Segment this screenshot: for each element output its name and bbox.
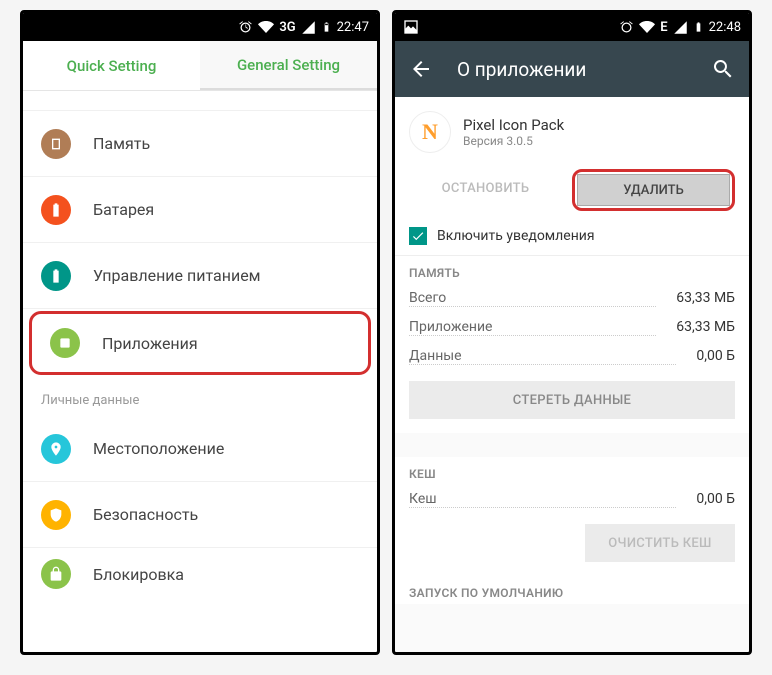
alarm-icon xyxy=(619,20,634,35)
list-item-memory[interactable]: Память xyxy=(23,111,377,177)
lock-icon xyxy=(41,559,71,589)
alarm-icon xyxy=(238,20,253,35)
section-personal: Личные данные xyxy=(23,377,377,416)
row-data: Данные0,00 Б xyxy=(395,342,749,371)
notifications-row[interactable]: Включить уведомления xyxy=(395,221,749,256)
page-title: О приложении xyxy=(457,58,711,81)
delete-button[interactable]: УДАЛИТЬ xyxy=(577,174,730,206)
label: Память xyxy=(93,134,150,153)
stop-button[interactable]: ОСТАНОВИТЬ xyxy=(409,169,562,207)
label: Приложения xyxy=(102,334,198,353)
checkbox-checked-icon[interactable] xyxy=(409,227,427,245)
list-item-location[interactable]: Местоположение xyxy=(23,416,377,482)
battery-icon xyxy=(321,19,332,35)
network-label: E xyxy=(660,20,667,35)
wifi-icon xyxy=(258,19,274,35)
app-version: Версия 3.0.5 xyxy=(463,134,564,148)
shield-icon xyxy=(41,500,71,530)
settings-screen: 3G 22:47 Quick Setting General Setting П… xyxy=(20,10,380,655)
settings-list: Память Батарея Управление питанием Прило… xyxy=(23,91,377,652)
battery-setting-icon xyxy=(41,195,71,225)
apps-icon xyxy=(50,328,80,358)
battery-icon xyxy=(693,19,704,35)
back-button[interactable] xyxy=(409,57,433,81)
list-item-security[interactable]: Безопасность xyxy=(23,482,377,548)
section-header: ЗАПУСК ПО УМОЛЧАНИЮ xyxy=(395,576,749,604)
tab-quick[interactable]: Quick Setting xyxy=(23,41,200,90)
label: Безопасность xyxy=(93,505,198,524)
tab-general[interactable]: General Setting xyxy=(200,41,377,90)
screenshot-icon xyxy=(403,19,419,35)
clear-data-button[interactable]: СТЕРЕТЬ ДАННЫЕ xyxy=(409,381,735,419)
wifi-icon xyxy=(639,19,655,35)
notifications-label: Включить уведомления xyxy=(437,228,595,244)
list-item[interactable] xyxy=(23,91,377,111)
signal-icon xyxy=(301,20,316,35)
app-icon: N xyxy=(409,111,451,153)
cache-section: КЕШ Кеш0,00 Б ОЧИСТИТЬ КЕШ xyxy=(395,457,749,576)
list-item-lock[interactable]: Блокировка xyxy=(23,548,377,600)
network-label: 3G xyxy=(279,20,295,35)
clock: 22:48 xyxy=(709,20,741,35)
launch-section: ЗАПУСК ПО УМОЛЧАНИЮ xyxy=(395,576,749,604)
app-name: Pixel Icon Pack xyxy=(463,116,564,134)
row-cache: Кеш0,00 Б xyxy=(395,485,749,514)
row-app: Приложение63,33 МБ xyxy=(395,313,749,342)
highlight-delete: УДАЛИТЬ xyxy=(572,169,735,211)
label: Батарея xyxy=(93,200,154,219)
highlight-apps: Приложения xyxy=(29,311,371,375)
app-info-screen: E 22:48 О приложении N Pixel Icon Pack В… xyxy=(392,10,752,655)
section-header: КЕШ xyxy=(395,457,749,485)
label: Блокировка xyxy=(93,565,184,584)
list-item-apps[interactable]: Приложения xyxy=(32,314,368,372)
clear-cache-button[interactable]: ОЧИСТИТЬ КЕШ xyxy=(585,524,735,562)
appbar: О приложении xyxy=(395,41,749,97)
clock: 22:47 xyxy=(337,20,369,35)
tabs: Quick Setting General Setting xyxy=(23,41,377,91)
row-total: Всего63,33 МБ xyxy=(395,284,749,313)
location-icon xyxy=(41,434,71,464)
signal-icon xyxy=(673,20,688,35)
power-icon xyxy=(41,261,71,291)
label: Управление питанием xyxy=(93,266,261,285)
memory-icon xyxy=(41,129,71,159)
app-header: N Pixel Icon Pack Версия 3.0.5 xyxy=(395,97,749,163)
status-bar: 3G 22:47 xyxy=(23,13,377,41)
list-item-battery[interactable]: Батарея xyxy=(23,177,377,243)
section-header: ПАМЯТЬ xyxy=(395,256,749,284)
action-buttons: ОСТАНОВИТЬ УДАЛИТЬ xyxy=(395,163,749,221)
label: Местоположение xyxy=(93,439,224,458)
list-item-power[interactable]: Управление питанием xyxy=(23,243,377,309)
search-button[interactable] xyxy=(711,57,735,81)
status-bar: E 22:48 xyxy=(395,13,749,41)
memory-section: ПАМЯТЬ Всего63,33 МБ Приложение63,33 МБ … xyxy=(395,256,749,433)
